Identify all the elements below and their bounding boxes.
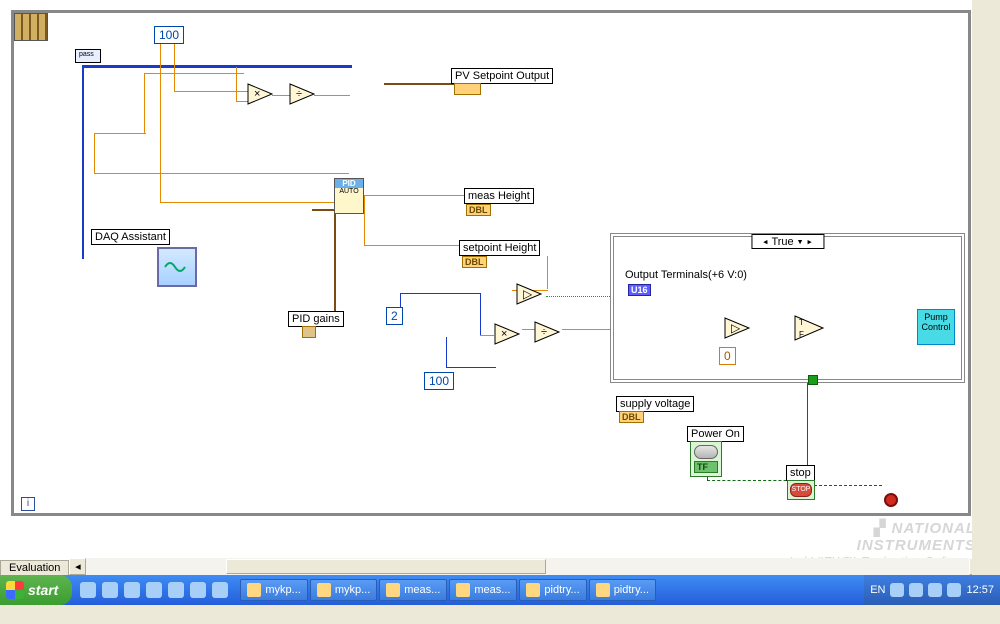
- divide-operator-1[interactable]: ÷: [289, 83, 315, 105]
- app-icon: [247, 583, 261, 597]
- taskbar-item[interactable]: pidtry...: [519, 579, 586, 601]
- case-selector[interactable]: ◂ True ▾ ▸: [751, 234, 824, 249]
- case-structure-frame[interactable]: ◂ True ▾ ▸ Output Terminals(+6 V:0) U16 …: [610, 233, 965, 383]
- quick-launch-icon[interactable]: [102, 582, 118, 598]
- meas-height-terminal[interactable]: DBL: [466, 204, 491, 216]
- led-icon: [694, 445, 718, 459]
- svg-text:F: F: [799, 330, 804, 339]
- clock[interactable]: 12:57: [966, 584, 994, 596]
- loop-stop-terminal-icon[interactable]: [884, 493, 898, 507]
- app-icon: [386, 583, 400, 597]
- constant-value: 100: [159, 28, 179, 42]
- setpoint-height-label: setpoint Height: [459, 240, 540, 256]
- stop-icon: STOP: [790, 483, 812, 497]
- system-tray[interactable]: EN 12:57: [864, 575, 1000, 605]
- taskbar-item[interactable]: meas...: [449, 579, 517, 601]
- stop-button-control[interactable]: STOP: [787, 480, 815, 500]
- pass-label: pass: [79, 51, 94, 58]
- supply-voltage-terminal[interactable]: DBL: [619, 411, 644, 423]
- taskbar-item[interactable]: mykp...: [310, 579, 377, 601]
- block-diagram-canvas[interactable]: 100 pass × ÷ PV Setpoint Output pass DAQ…: [0, 0, 986, 575]
- pump-control-vi[interactable]: Pump Control: [917, 309, 955, 345]
- tray-icon[interactable]: [890, 583, 904, 597]
- select-operator[interactable]: TF: [794, 315, 824, 341]
- numeric-constant-0[interactable]: 0: [719, 347, 736, 365]
- tray-icon[interactable]: [909, 583, 923, 597]
- while-loop-frame[interactable]: 100 pass × ÷ PV Setpoint Output pass DAQ…: [11, 10, 971, 516]
- supply-voltage-label: supply voltage: [616, 396, 694, 412]
- output-terminals-label: Output Terminals(+6 V:0): [622, 268, 750, 282]
- iteration-terminal[interactable]: i: [21, 497, 35, 511]
- quick-launch-icon[interactable]: [190, 582, 206, 598]
- power-on-control[interactable]: TF: [690, 441, 722, 477]
- tray-icon[interactable]: [928, 583, 942, 597]
- power-on-label: Power On: [687, 426, 744, 442]
- right-gutter: [972, 0, 986, 575]
- setpoint-height-terminal[interactable]: DBL: [462, 256, 487, 268]
- svg-text:×: ×: [254, 88, 260, 100]
- multiply-operator-2[interactable]: ×: [494, 323, 520, 345]
- taskbar[interactable]: start mykp... mykp... meas... meas... pi…: [0, 575, 1000, 605]
- svg-text:▷: ▷: [523, 287, 533, 301]
- scrollbar-track[interactable]: [86, 558, 969, 575]
- taskbar-item[interactable]: meas...: [379, 579, 447, 601]
- pid-vi-icon[interactable]: PID AUTO: [334, 178, 364, 214]
- start-button[interactable]: start: [0, 575, 72, 605]
- app-icon: [456, 583, 470, 597]
- meas-height-label: meas Height: [464, 188, 534, 204]
- array-index-icon: pass: [75, 49, 101, 63]
- scroll-left-button[interactable]: ◂: [69, 558, 86, 575]
- evaluation-tab[interactable]: Evaluation: [0, 560, 69, 575]
- app-icon: [526, 583, 540, 597]
- pv-setpoint-output-terminal[interactable]: pass: [454, 83, 481, 95]
- numeric-constant-100-a[interactable]: 100: [154, 26, 184, 44]
- quick-launch-icon[interactable]: [124, 582, 140, 598]
- quick-launch-icon[interactable]: [80, 582, 96, 598]
- multiply-operator-1[interactable]: ×: [247, 83, 273, 105]
- numeric-constant-100-b[interactable]: 100: [424, 372, 454, 390]
- quick-launch-icon[interactable]: [168, 582, 184, 598]
- numeric-constant-2[interactable]: 2: [386, 307, 403, 325]
- daq-assistant-label: DAQ Assistant: [91, 229, 170, 245]
- language-indicator[interactable]: EN: [870, 584, 885, 596]
- quick-launch[interactable]: [72, 582, 236, 598]
- windows-logo-icon: [6, 581, 24, 599]
- svg-text:÷: ÷: [541, 326, 547, 338]
- tray-icon[interactable]: [947, 583, 961, 597]
- pid-gains-terminal[interactable]: [302, 326, 316, 338]
- taskbar-items: mykp... mykp... meas... meas... pidtry..…: [236, 579, 660, 601]
- case-tunnel: [808, 375, 818, 385]
- daq-assistant-vi-icon[interactable]: [157, 247, 197, 287]
- wave-icon: [163, 257, 191, 277]
- pid-gains-label: PID gains: [288, 311, 344, 327]
- app-icon: [596, 583, 610, 597]
- quick-launch-icon[interactable]: [212, 582, 228, 598]
- horizontal-scrollbar[interactable]: ◂ ▸: [69, 558, 986, 575]
- build-array-icon[interactable]: [14, 13, 48, 41]
- taskbar-item[interactable]: pidtry...: [589, 579, 656, 601]
- svg-text:÷: ÷: [296, 88, 302, 100]
- greater-operator[interactable]: ▷: [516, 283, 542, 305]
- stop-label: stop: [786, 465, 815, 481]
- scrollbar-thumb[interactable]: [226, 559, 546, 574]
- greater-operator-2[interactable]: ▷: [724, 317, 750, 339]
- quick-launch-icon[interactable]: [146, 582, 162, 598]
- taskbar-item[interactable]: mykp...: [240, 579, 307, 601]
- divide-operator-2[interactable]: ÷: [534, 321, 560, 343]
- app-icon: [317, 583, 331, 597]
- svg-text:×: ×: [501, 328, 507, 340]
- pv-setpoint-output-label: PV Setpoint Output: [451, 68, 553, 84]
- output-terminals-terminal[interactable]: U16: [628, 284, 651, 296]
- svg-text:T: T: [799, 318, 804, 327]
- svg-text:▷: ▷: [731, 321, 741, 335]
